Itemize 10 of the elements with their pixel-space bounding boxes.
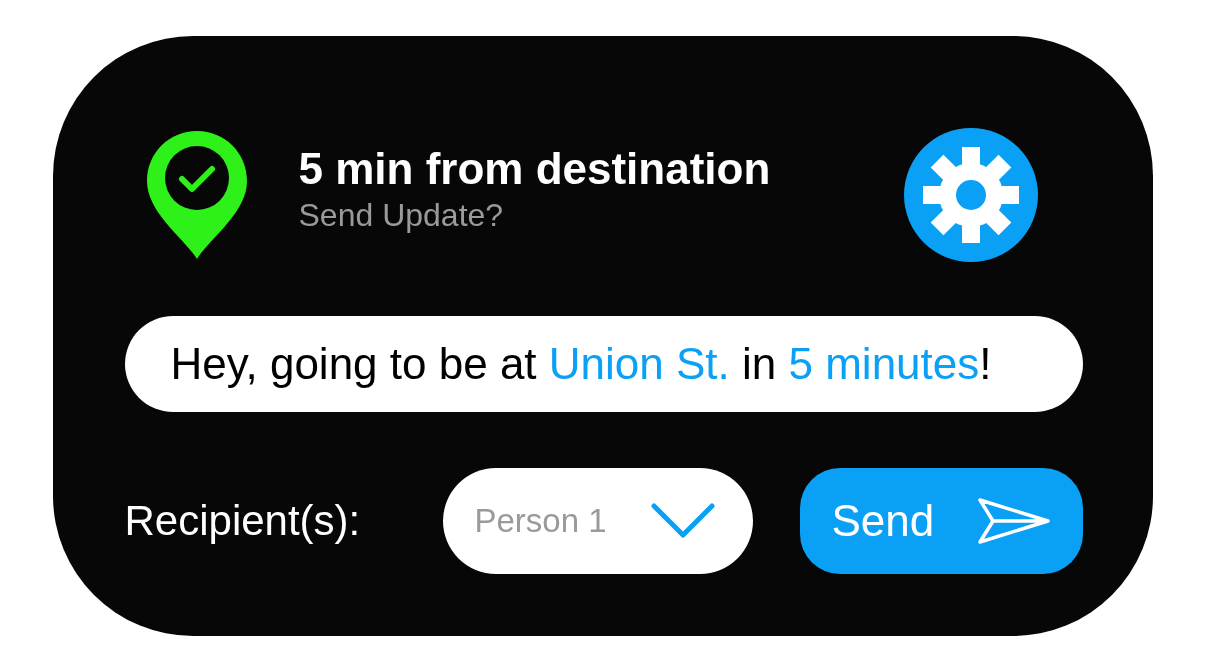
recipient-dropdown[interactable]: Person 1 <box>442 468 753 574</box>
check-pin-icon <box>146 131 247 259</box>
paper-plane-icon <box>976 497 1051 545</box>
chevron-down-icon <box>650 503 715 539</box>
recipient-label: Recipient(s): <box>124 497 362 545</box>
message-bubble: Hey, going to be at Union St. in 5 minutes! <box>124 316 1083 412</box>
dropdown-placeholder: Person 1 <box>474 502 607 540</box>
send-button[interactable]: Send <box>799 468 1083 574</box>
notification-subtitle: Send Update? <box>298 196 505 235</box>
notification-title: 5 min from destination <box>298 143 772 195</box>
